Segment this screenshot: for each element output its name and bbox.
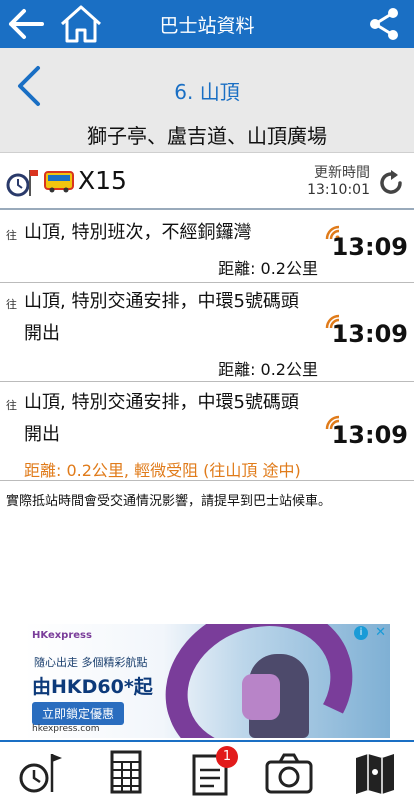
stop-header: 6. 山頂 獅子亭、盧吉道、山頂廣場 <box>0 48 414 153</box>
route-row: X15 更新時間 13:10:01 <box>0 154 414 210</box>
clock-flag-icon <box>6 170 38 197</box>
ad-info-icon[interactable]: i <box>354 626 368 640</box>
direction-label: 往 <box>6 229 17 242</box>
map-icon[interactable] <box>350 748 400 798</box>
ad-banner[interactable]: HKexpress 隨心出走 多個精彩航點 由HKD60*起 立即鎖定優惠 hk… <box>24 624 390 738</box>
traffic-notice: 實際抵站時間會受交通情況影響，請提早到巴士站候車。 <box>6 494 332 509</box>
eta-distance: 距離: 0.2公里 <box>218 259 318 278</box>
ad-backpack-graphic <box>242 674 280 720</box>
eta-destination: 山頂, 特別班次，不經銅鑼灣 <box>24 222 252 243</box>
eta-time: 13:09 <box>331 320 408 348</box>
ad-url: hkexpress.com <box>32 724 100 734</box>
eta-distance-warning: 距離: 0.2公里, 輕微受阻 (往山頂 途中) <box>24 461 301 480</box>
bottom-nav: 1 <box>0 740 414 800</box>
ad-tagline: 隨心出走 多個精彩航點 <box>34 656 148 669</box>
eta-destination: 山頂, 特別交通安排，中環5號碼頭開出 <box>24 291 299 344</box>
eta-row[interactable]: 往 山頂, 特別班次，不經銅鑼灣 13:09 距離: 0.2公里 <box>0 211 414 283</box>
bus-icon <box>44 171 74 193</box>
route-number: X15 <box>78 166 127 195</box>
eta-time: 13:09 <box>331 421 408 449</box>
eta-destination: 山頂, 特別交通安排，中環5號碼頭開出 <box>24 392 299 445</box>
page-title: 巴士站資料 <box>159 15 255 37</box>
update-time-value: 13:10:01 <box>307 182 370 198</box>
eta-row[interactable]: 往 山頂, 特別交通安排，中環5號碼頭開出 13:09 距離: 0.2公里 <box>0 284 414 382</box>
stop-name: 6. 山頂 <box>174 80 240 104</box>
direction-label: 往 <box>6 399 17 412</box>
app-bar: 巴士站資料 <box>0 0 414 48</box>
ad-price: 由HKD60*起 <box>32 676 153 698</box>
notice-tab[interactable]: 1 <box>186 746 238 798</box>
timetable-icon[interactable] <box>102 748 152 798</box>
eta-time: 13:09 <box>331 233 408 261</box>
refresh-icon[interactable] <box>376 168 406 198</box>
ad-cta-button[interactable]: 立即鎖定優惠 <box>32 702 125 725</box>
clock-flag-icon[interactable] <box>16 748 66 798</box>
stop-road: 獅子亭、盧吉道、山頂廣場 <box>87 124 327 148</box>
notification-badge: 1 <box>216 746 238 768</box>
ad-close-icon[interactable]: ✕ <box>375 625 386 640</box>
update-time-label: 更新時間 <box>314 165 370 181</box>
camera-icon[interactable] <box>264 748 314 798</box>
share-icon[interactable] <box>366 6 402 42</box>
eta-row[interactable]: 往 山頂, 特別交通安排，中環5號碼頭開出 13:09 距離: 0.2公里, 輕… <box>0 383 414 481</box>
ad-brand: HKexpress <box>32 630 92 641</box>
direction-label: 往 <box>6 298 17 311</box>
eta-distance: 距離: 0.2公里 <box>218 360 318 379</box>
